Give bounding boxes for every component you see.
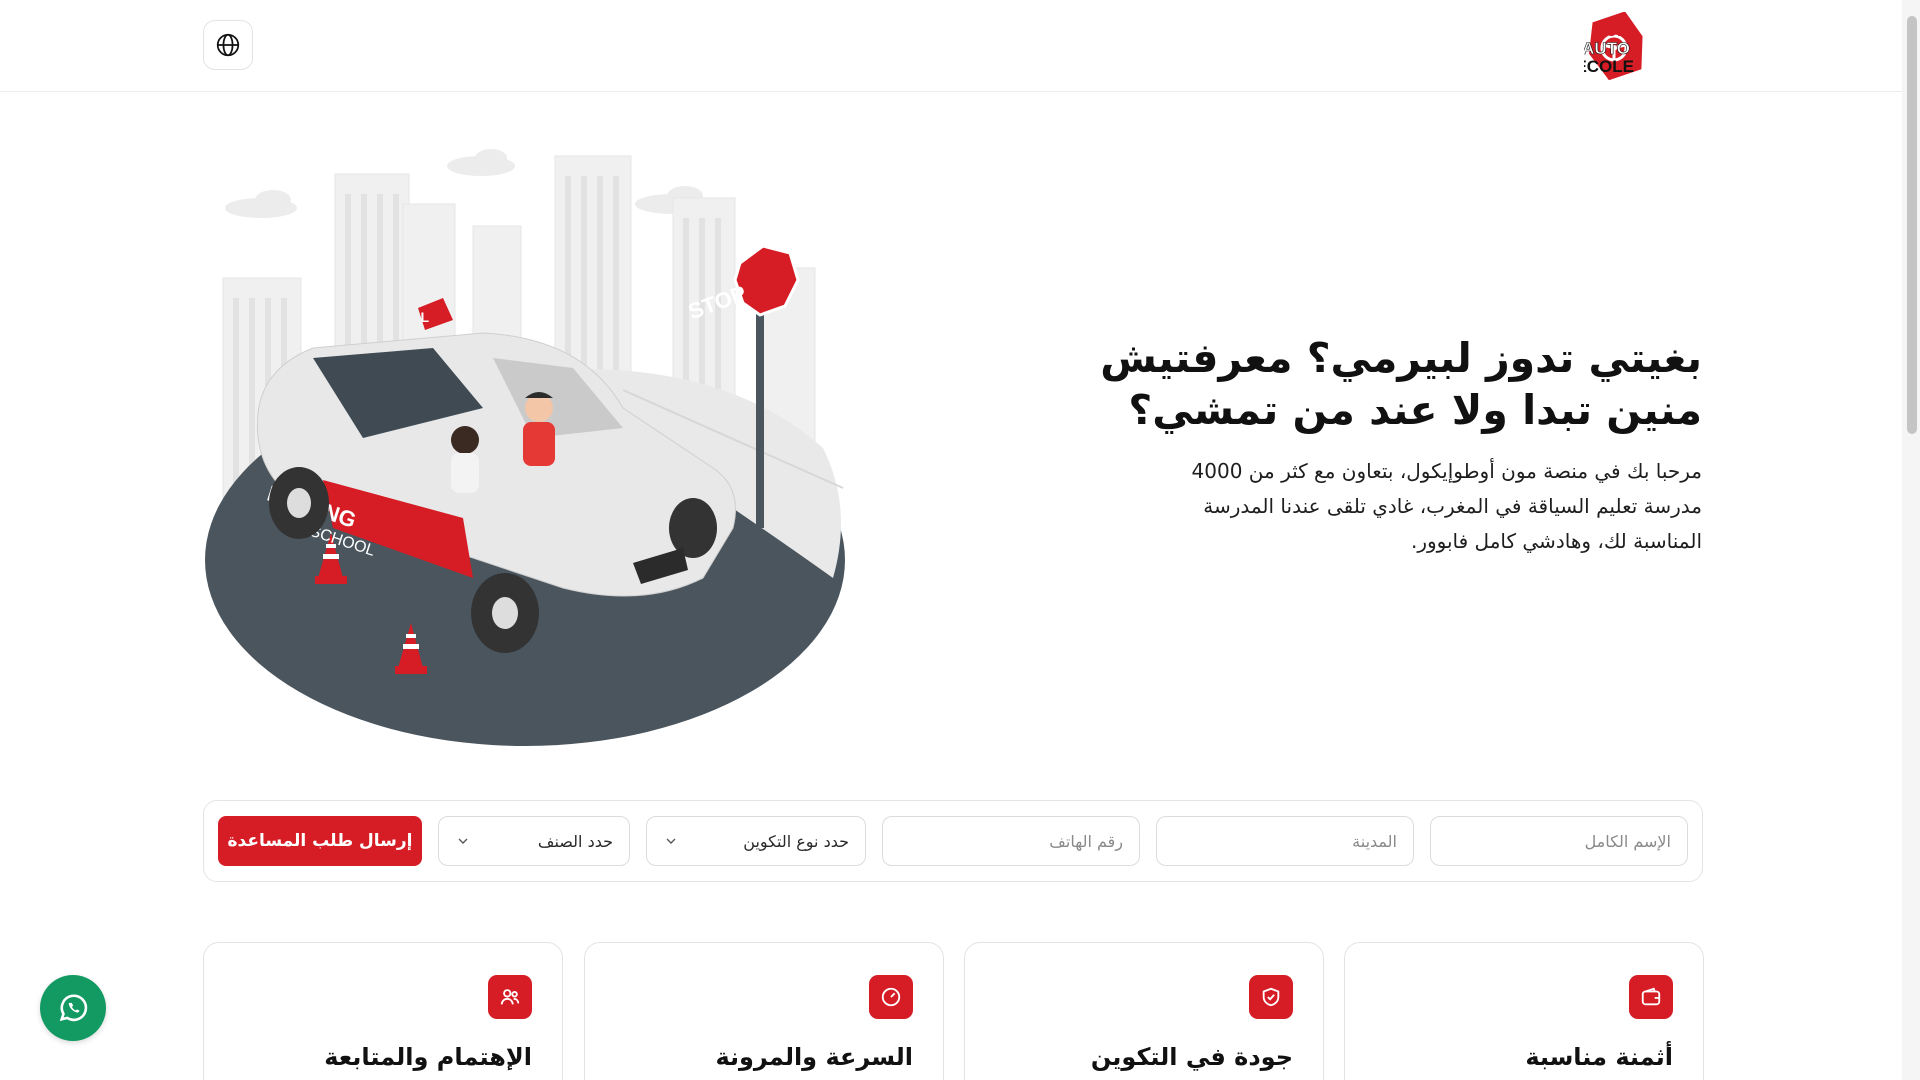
category-select[interactable]: حدد الصنف — [438, 816, 630, 866]
language-button[interactable] — [203, 20, 253, 70]
hero-title-line2: منين تبدا ولا عند من تمشي؟ — [1128, 386, 1702, 434]
city-input[interactable] — [1156, 816, 1414, 866]
wallet-icon — [1629, 975, 1673, 1019]
feature-title: الإهتمام والمتابعة — [324, 1043, 532, 1071]
hero-title-line1: بغيتي تدوز لبيرمي؟ معرفتيش — [1100, 334, 1702, 382]
site-header: MON AUTO ECOLE — [0, 0, 1902, 92]
driving-school-illustration: STOP DRIVING SCHOOL L — [205, 149, 845, 746]
chevron-down-icon — [666, 838, 676, 844]
site-logo[interactable]: MON AUTO ECOLE — [1575, 11, 1702, 81]
users-icon — [488, 975, 532, 1019]
hero-text: بغيتي تدوز لبيرمي؟ معرفتيش منين تبدا ولا… — [1042, 332, 1702, 559]
feature-card-quality: جودة في التكوين — [964, 942, 1324, 1080]
phone-input[interactable] — [882, 816, 1140, 866]
feature-card-pricing: أثمنة مناسبة — [1344, 942, 1704, 1080]
logo-text-line3: ECOLE — [1584, 57, 1634, 76]
hero-title: بغيتي تدوز لبيرمي؟ معرفتيش منين تبدا ولا… — [1042, 332, 1702, 436]
speedometer-icon — [869, 975, 913, 1019]
roof-sign-text: L — [420, 309, 429, 325]
globe-icon — [216, 33, 240, 57]
feature-title: السرعة والمرونة — [715, 1043, 913, 1071]
page-scrollbar[interactable] — [1902, 0, 1920, 1080]
logo-text-line2: AUTO — [1584, 39, 1630, 58]
feature-title: جودة في التكوين — [1090, 1043, 1293, 1071]
full-name-input[interactable] — [1430, 816, 1688, 866]
chevron-down-icon — [458, 838, 468, 844]
whatsapp-button[interactable] — [40, 975, 106, 1041]
scrollbar-thumb[interactable] — [1907, 16, 1917, 434]
feature-title: أثمنة مناسبة — [1525, 1043, 1673, 1071]
shield-check-icon — [1249, 975, 1293, 1019]
training-type-label: حدد نوع التكوين — [743, 831, 849, 851]
training-type-select[interactable]: حدد نوع التكوين — [646, 816, 866, 866]
category-label: حدد الصنف — [537, 831, 613, 851]
help-request-form: حدد نوع التكوين حدد الصنف إرسال طلب المس… — [203, 800, 1703, 882]
feature-card-speed: السرعة والمرونة — [584, 942, 944, 1080]
feature-card-followup: الإهتمام والمتابعة — [203, 942, 563, 1080]
logo-text-line1: MON — [1593, 23, 1628, 40]
hero-description: مرحبا بك في منصة مون أوطوإيكول، بتعاون م… — [1191, 459, 1702, 553]
whatsapp-icon — [59, 994, 88, 1022]
submit-help-request-button[interactable]: إرسال طلب المساعدة — [218, 816, 422, 866]
